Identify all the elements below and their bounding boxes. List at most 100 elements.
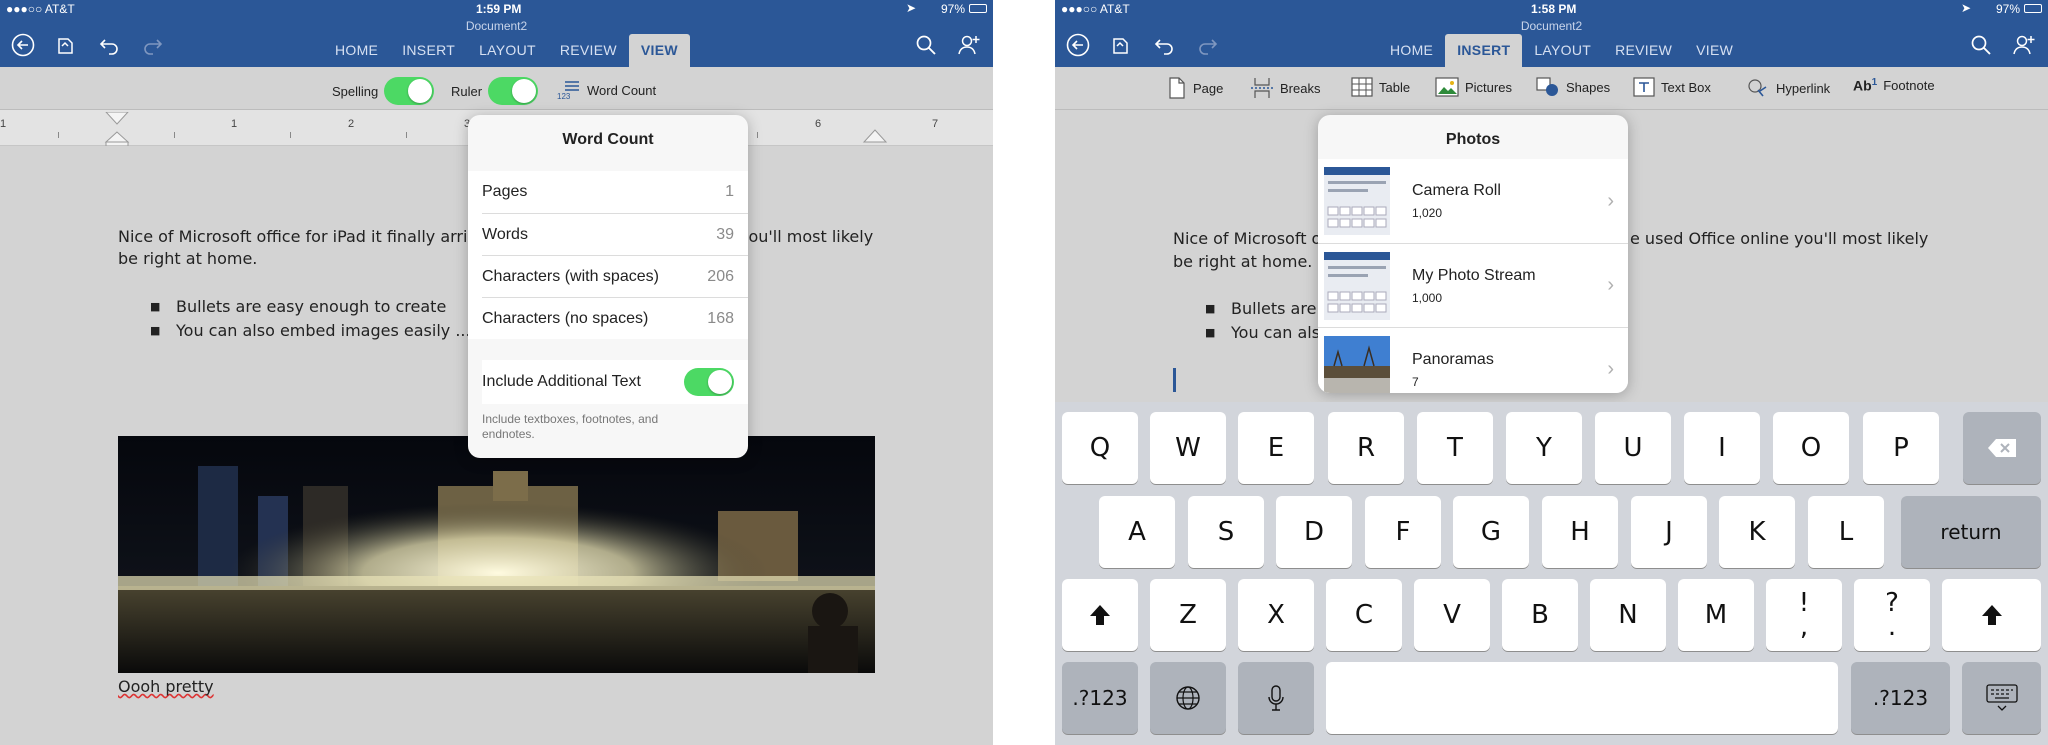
key-u[interactable]: U [1595, 412, 1671, 484]
tab-home[interactable]: HOME [1378, 34, 1445, 67]
image-caption[interactable]: Oooh pretty [118, 676, 214, 698]
redo-icon[interactable] [1195, 32, 1221, 58]
key-k[interactable]: K [1719, 496, 1795, 568]
insert-text-box-button[interactable]: Text Box [1633, 77, 1711, 97]
bullet-item[interactable]: You can als [1231, 322, 1320, 344]
key-exclamation-comma[interactable]: ! , [1766, 579, 1842, 651]
album-row-camera-roll[interactable]: Camera Roll 1,020 › [1318, 159, 1628, 243]
key-t[interactable]: T [1417, 412, 1493, 484]
album-name: Panoramas [1412, 350, 1494, 368]
key-q[interactable]: Q [1062, 412, 1138, 484]
tab-insert[interactable]: INSERT [390, 34, 467, 67]
tab-layout[interactable]: LAYOUT [467, 34, 548, 67]
embedded-panorama-image[interactable] [118, 436, 875, 673]
bullet-item[interactable]: Bullets are easy enough to create [176, 296, 446, 318]
search-icon[interactable] [1968, 32, 1994, 58]
key-question-period[interactable]: ? . [1854, 579, 1930, 651]
paragraph-line-start[interactable]: Nice of Microsoft office for iPad it fin… [118, 226, 467, 248]
share-person-icon[interactable] [956, 32, 982, 58]
dictation-key[interactable] [1238, 662, 1314, 734]
key-i[interactable]: I [1684, 412, 1760, 484]
spelling-toggle[interactable] [384, 77, 435, 105]
status-battery: 97% [1995, 2, 2020, 16]
tab-layout[interactable]: LAYOUT [1522, 34, 1603, 67]
insert-page-button[interactable]: Page [1167, 77, 1223, 99]
key-w[interactable]: W [1150, 412, 1226, 484]
album-row-my-photo-stream[interactable]: My Photo Stream 1,000 › [1318, 243, 1628, 327]
paragraph-line-2[interactable]: be right at home. [118, 248, 257, 270]
space-key[interactable] [1326, 662, 1838, 734]
bullet-item[interactable]: You can also embed images easily .... [176, 320, 476, 342]
word-count-popover: Word Count Pages 1 Words 39 Characters (… [468, 115, 748, 458]
key-g[interactable]: G [1453, 496, 1529, 568]
shift-key-left[interactable] [1062, 579, 1138, 651]
indent-marker-icon[interactable] [104, 112, 130, 146]
back-icon[interactable] [1065, 32, 1091, 58]
delete-key[interactable] [1963, 412, 2041, 484]
paragraph-line-end[interactable]: you'll most likely [739, 226, 873, 248]
hide-keyboard-key[interactable] [1962, 662, 2041, 734]
tab-home[interactable]: HOME [323, 34, 390, 67]
key-o[interactable]: O [1773, 412, 1849, 484]
file-icon[interactable] [1107, 32, 1133, 58]
share-person-icon[interactable] [2011, 32, 2037, 58]
key-f[interactable]: F [1365, 496, 1441, 568]
numbers-key-right[interactable]: .?123 [1851, 662, 1950, 734]
insert-breaks-button[interactable]: Breaks [1250, 77, 1320, 99]
include-additional-text-row: Include Additional Text [482, 360, 748, 404]
key-z[interactable]: Z [1150, 579, 1226, 651]
key-d[interactable]: D [1276, 496, 1352, 568]
ruler-toggle[interactable] [488, 77, 539, 105]
search-icon[interactable] [913, 32, 939, 58]
paragraph-line-2[interactable]: be right at home. [1173, 251, 1312, 273]
document-title: Document2 [1520, 19, 1583, 33]
key-x[interactable]: X [1238, 579, 1314, 651]
key-p[interactable]: P [1863, 412, 1939, 484]
key-v[interactable]: V [1414, 579, 1490, 651]
numbers-key-left[interactable]: .?123 [1062, 662, 1138, 734]
insert-hyperlink-button[interactable]: Hyperlink [1746, 77, 1830, 99]
file-icon[interactable] [52, 32, 78, 58]
key-a[interactable]: A [1099, 496, 1175, 568]
insert-footnote-button[interactable]: Ab1 Footnote [1853, 77, 1935, 94]
left-screen: ●●●○○ AT&T 1:59 PM 97% ➤ Document2 HOME … [0, 0, 993, 745]
key-y[interactable]: Y [1506, 412, 1582, 484]
tab-review[interactable]: REVIEW [1603, 34, 1684, 67]
key-h[interactable]: H [1542, 496, 1618, 568]
key-m[interactable]: M [1678, 579, 1754, 651]
key-r[interactable]: R [1328, 412, 1404, 484]
tab-insert[interactable]: INSERT [1445, 34, 1523, 67]
key-n[interactable]: N [1590, 579, 1666, 651]
insert-pictures-button[interactable]: Pictures [1435, 77, 1512, 97]
undo-icon[interactable] [96, 32, 122, 58]
back-icon[interactable] [10, 32, 36, 58]
insert-table-button[interactable]: Table [1351, 77, 1410, 97]
word-count-button[interactable]: 123 Word Count [557, 80, 656, 100]
paragraph-line-end[interactable]: e used Office online you'll most likely [1630, 228, 1928, 250]
key-s[interactable]: S [1188, 496, 1264, 568]
album-row-panoramas[interactable]: Panoramas 7 › [1318, 327, 1628, 393]
tab-view[interactable]: VIEW [628, 34, 690, 67]
undo-icon[interactable] [1151, 32, 1177, 58]
ribbon-tabs: HOME INSERT LAYOUT REVIEW VIEW [1378, 34, 1745, 67]
globe-key[interactable] [1150, 662, 1226, 734]
tab-review[interactable]: REVIEW [548, 34, 629, 67]
insert-shapes-button[interactable]: Shapes [1536, 77, 1610, 97]
redo-icon[interactable] [140, 32, 166, 58]
ribbon-tabs: HOME INSERT LAYOUT REVIEW VIEW [323, 34, 690, 67]
key-b[interactable]: B [1502, 579, 1578, 651]
key-l[interactable]: L [1808, 496, 1884, 568]
bullet-item[interactable]: Bullets are [1231, 298, 1316, 320]
key-j[interactable]: J [1631, 496, 1707, 568]
right-screen: ●●●○○ AT&T 1:58 PM 97% ➤ Document2 HOME … [1055, 0, 2048, 745]
paragraph-line-start[interactable]: Nice of Microsoft o [1173, 228, 1321, 250]
include-additional-text-toggle[interactable] [684, 368, 734, 396]
shift-key-right[interactable] [1942, 579, 2041, 651]
word-count-title: Word Count [562, 131, 654, 148]
tab-view[interactable]: VIEW [1684, 34, 1745, 67]
key-c[interactable]: C [1326, 579, 1402, 651]
return-key[interactable]: return [1901, 496, 2041, 568]
right-indent-marker-icon[interactable] [862, 128, 888, 144]
shift-icon [1090, 605, 1110, 625]
key-e[interactable]: E [1238, 412, 1314, 484]
